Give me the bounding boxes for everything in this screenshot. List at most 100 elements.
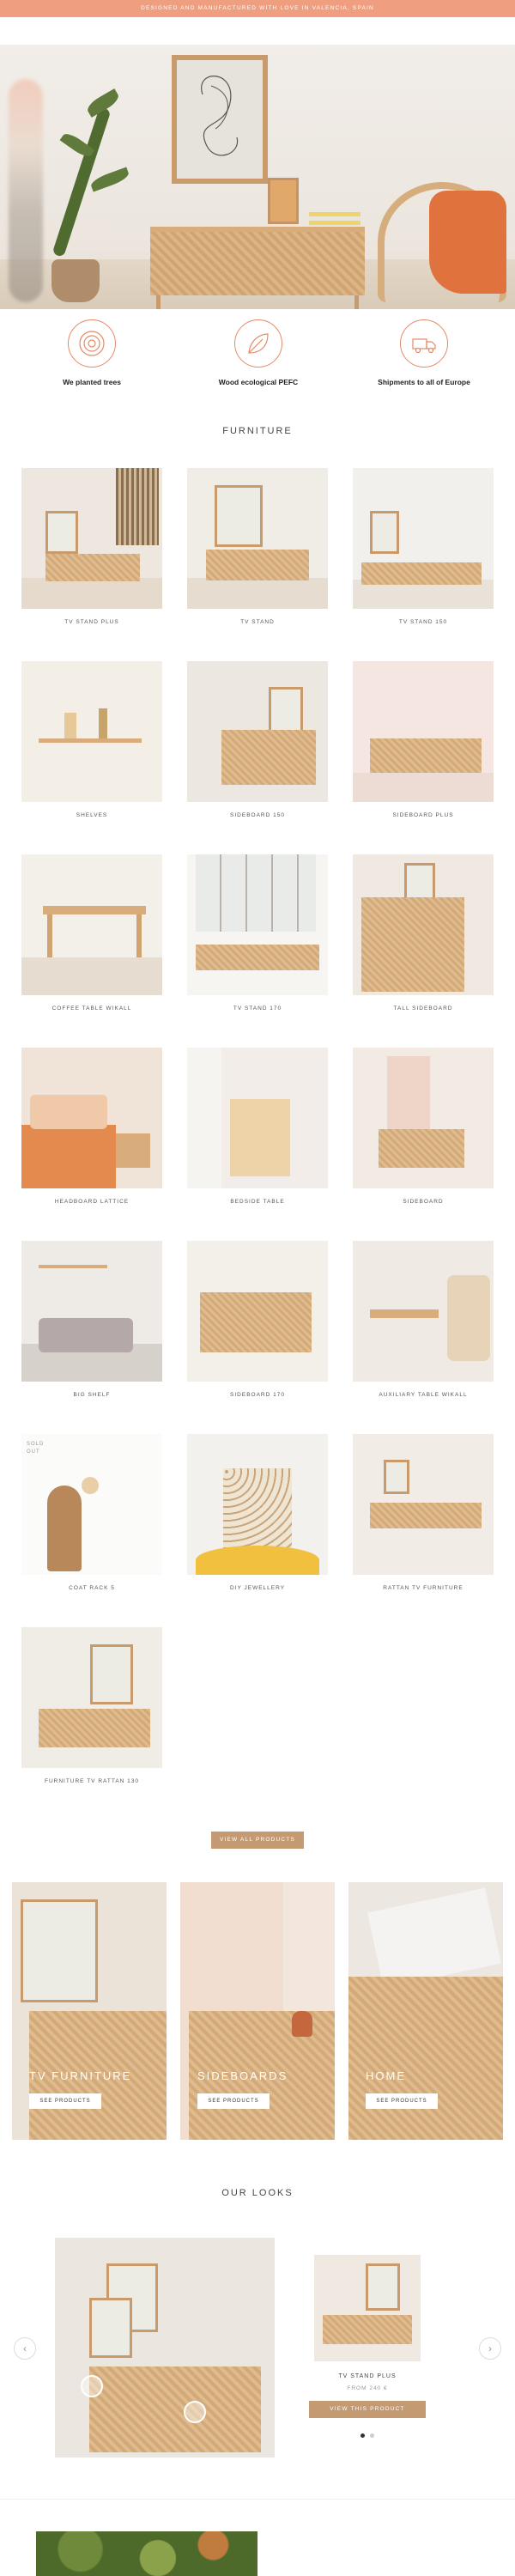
product-card[interactable]: SIDEBOARD PLUS (353, 661, 494, 818)
product-name[interactable]: SHELVES (21, 812, 162, 818)
category-tv-furniture[interactable]: TV FURNITURE SEE PRODUCTS (12, 1882, 167, 2140)
product-card[interactable]: TV STAND 150 (353, 468, 494, 625)
hero-banner[interactable] (0, 45, 515, 309)
product-card[interactable]: FURNITURE TV RATTAN 130 (21, 1627, 162, 1784)
hotspot-icon[interactable] (184, 2401, 206, 2423)
product-card[interactable]: COFFEE TABLE WIKALL (21, 854, 162, 1012)
hero-sideboard-leg (354, 295, 359, 309)
product-card[interactable]: SHELVES (21, 661, 162, 818)
view-all-products-button[interactable]: VIEW ALL PRODUCTS (211, 1832, 304, 1849)
product-card[interactable]: HEADBOARD LATTICE (21, 1048, 162, 1205)
product-name[interactable]: SIDEBOARD 170 (187, 1392, 328, 1398)
hero-sideboard-leg (156, 295, 161, 309)
look-product-name[interactable]: TV STAND PLUS (297, 2373, 438, 2379)
product-image[interactable] (187, 854, 328, 995)
look-product-image[interactable] (314, 2255, 421, 2361)
hero-small-picture (268, 178, 299, 224)
see-products-button[interactable]: SEE PRODUCTS (366, 2093, 438, 2109)
product-image[interactable] (187, 468, 328, 609)
product-card[interactable]: BIG SHELF (21, 1241, 162, 1398)
feature-shipping: Shipments to all of Europe (347, 319, 501, 386)
product-image[interactable] (353, 1434, 494, 1575)
category-sideboards[interactable]: SIDEBOARDS SEE PRODUCTS (180, 1882, 335, 2140)
product-image[interactable] (21, 1627, 162, 1768)
carousel-dot-active[interactable] (360, 2433, 365, 2438)
furniture-section-title: FURNITURE (222, 426, 293, 436)
product-image[interactable] (21, 1241, 162, 1382)
category-name: TV FURNITURE (29, 2069, 132, 2082)
product-card[interactable]: SIDEBOARD 150 (187, 661, 328, 818)
hero-sideboard (150, 227, 365, 295)
look-image[interactable] (55, 2238, 275, 2458)
see-products-button[interactable]: SEE PRODUCTS (197, 2093, 270, 2109)
product-card[interactable]: AUXILIARY TABLE WIKALL (353, 1241, 494, 1398)
product-name[interactable]: SIDEBOARD (353, 1199, 494, 1205)
product-image[interactable] (353, 854, 494, 995)
product-card[interactable]: TV STAND PLUS (21, 468, 162, 625)
product-name[interactable]: SIDEBOARD 150 (187, 812, 328, 818)
feature-label: Shipments to all of Europe (378, 378, 470, 386)
product-image[interactable] (187, 1434, 328, 1575)
product-name[interactable]: RATTAN TV FURNITURE (353, 1585, 494, 1591)
hero-orange-throw (429, 191, 506, 294)
product-image[interactable] (187, 661, 328, 802)
eco-leaf-icon (234, 319, 282, 368)
product-name[interactable]: COFFEE TABLE WIKALL (21, 1005, 162, 1012)
carousel-next-button[interactable]: › (479, 2337, 501, 2360)
product-card[interactable]: TV STAND (187, 468, 328, 625)
product-image[interactable] (353, 468, 494, 609)
product-card[interactable]: SIDEBOARD 170 (187, 1241, 328, 1398)
product-image[interactable] (21, 468, 162, 609)
feature-eco-wood: Wood ecological PEFC (181, 319, 336, 386)
product-name[interactable]: TV STAND PLUS (21, 619, 162, 625)
product-image[interactable] (187, 1048, 328, 1188)
hero-plant (52, 259, 100, 302)
product-card[interactable]: SOLD OUT COAT RACK 5 (21, 1434, 162, 1591)
product-name[interactable]: BIG SHELF (21, 1392, 162, 1398)
product-name[interactable]: AUXILIARY TABLE WIKALL (353, 1392, 494, 1398)
product-card[interactable]: DIY JEWELLERY (187, 1434, 328, 1591)
product-image[interactable] (21, 854, 162, 995)
category-home[interactable]: HOME SEE PRODUCTS (348, 1882, 503, 2140)
product-card[interactable]: TV STAND 170 (187, 854, 328, 1012)
feature-trees: We planted trees (15, 319, 169, 386)
product-card[interactable]: TALL SIDEBOARD (353, 854, 494, 1012)
features-row: We planted trees Wood ecological PEFC Sh… (0, 319, 515, 405)
announcement-bar: DESIGNED AND MANUFACTURED WITH LOVE IN V… (0, 0, 515, 17)
feature-label: Wood ecological PEFC (218, 378, 299, 386)
product-image[interactable] (21, 661, 162, 802)
hero-person (9, 79, 43, 302)
product-name[interactable]: DIY JEWELLERY (187, 1585, 328, 1591)
product-image[interactable] (353, 661, 494, 802)
carousel-dot[interactable] (370, 2433, 374, 2438)
look-product-price: FROM 240 € (347, 2385, 388, 2391)
product-name[interactable]: TV STAND 150 (353, 619, 494, 625)
hero-plant-leaf (88, 167, 131, 192)
product-name[interactable]: TV STAND (187, 619, 328, 625)
product-name[interactable]: COAT RACK 5 (21, 1585, 162, 1591)
view-this-product-button[interactable]: VIEW THIS PRODUCT (309, 2401, 426, 2418)
product-name[interactable]: FURNITURE TV RATTAN 130 (21, 1778, 162, 1784)
hotspot-icon[interactable] (81, 2375, 103, 2397)
product-name[interactable]: BEDSIDE TABLE (187, 1199, 328, 1205)
product-name[interactable]: TV STAND 170 (187, 1005, 328, 1012)
product-image[interactable]: SOLD OUT (21, 1434, 162, 1575)
product-card[interactable]: BEDSIDE TABLE (187, 1048, 328, 1205)
section-divider (0, 2499, 515, 2500)
product-name[interactable]: SIDEBOARD PLUS (353, 812, 494, 818)
see-products-button[interactable]: SEE PRODUCTS (29, 2093, 101, 2109)
product-image[interactable] (21, 1048, 162, 1188)
moss-wall-image (36, 2531, 258, 2576)
shipping-truck-icon (400, 319, 448, 368)
product-card[interactable]: SIDEBOARD (353, 1048, 494, 1205)
product-image[interactable] (353, 1241, 494, 1382)
sold-out-badge: SOLD OUT (27, 1442, 45, 1455)
product-card[interactable]: RATTAN TV FURNITURE (353, 1434, 494, 1591)
product-image[interactable] (353, 1048, 494, 1188)
hero-books (309, 212, 360, 226)
product-name[interactable]: HEADBOARD LATTICE (21, 1199, 162, 1205)
product-name[interactable]: TALL SIDEBOARD (353, 1005, 494, 1012)
product-image[interactable] (187, 1241, 328, 1382)
carousel-prev-button[interactable]: ‹ (14, 2337, 36, 2360)
tree-rings-icon (68, 319, 116, 368)
